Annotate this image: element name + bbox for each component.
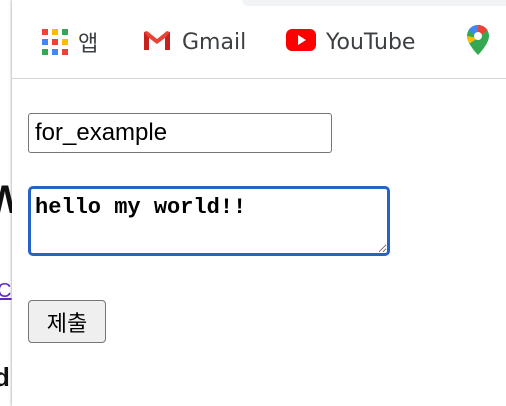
apps-grid-icon <box>42 29 68 55</box>
form-area: hello my world!! 제출 <box>12 79 506 406</box>
submit-button[interactable]: 제출 <box>28 300 106 343</box>
window-top-edge <box>242 0 506 6</box>
bookmarks-bar: 앱 Gmail YouTube <box>12 0 506 79</box>
background-text-fragment: d <box>0 362 10 392</box>
bookmark-maps[interactable] <box>466 24 490 61</box>
background-link-fragment[interactable]: C <box>0 280 11 303</box>
bookmark-youtube-label: YouTube <box>326 29 416 55</box>
background-page-edge: W C d <box>0 0 24 406</box>
message-textarea[interactable]: hello my world!! <box>28 186 390 256</box>
youtube-icon <box>286 28 316 56</box>
bookmark-gmail-label: Gmail <box>182 29 247 55</box>
popup-window: 앱 Gmail YouTube for_example hello my wor… <box>12 0 506 406</box>
bookmark-apps-label: 앱 <box>78 32 99 57</box>
google-maps-icon <box>466 24 490 61</box>
bookmark-apps[interactable]: 앱 <box>42 26 98 58</box>
bookmark-youtube[interactable]: YouTube <box>286 26 415 58</box>
text-input[interactable] <box>28 113 332 153</box>
gmail-icon <box>142 28 172 57</box>
bookmark-gmail[interactable]: Gmail <box>142 26 246 58</box>
